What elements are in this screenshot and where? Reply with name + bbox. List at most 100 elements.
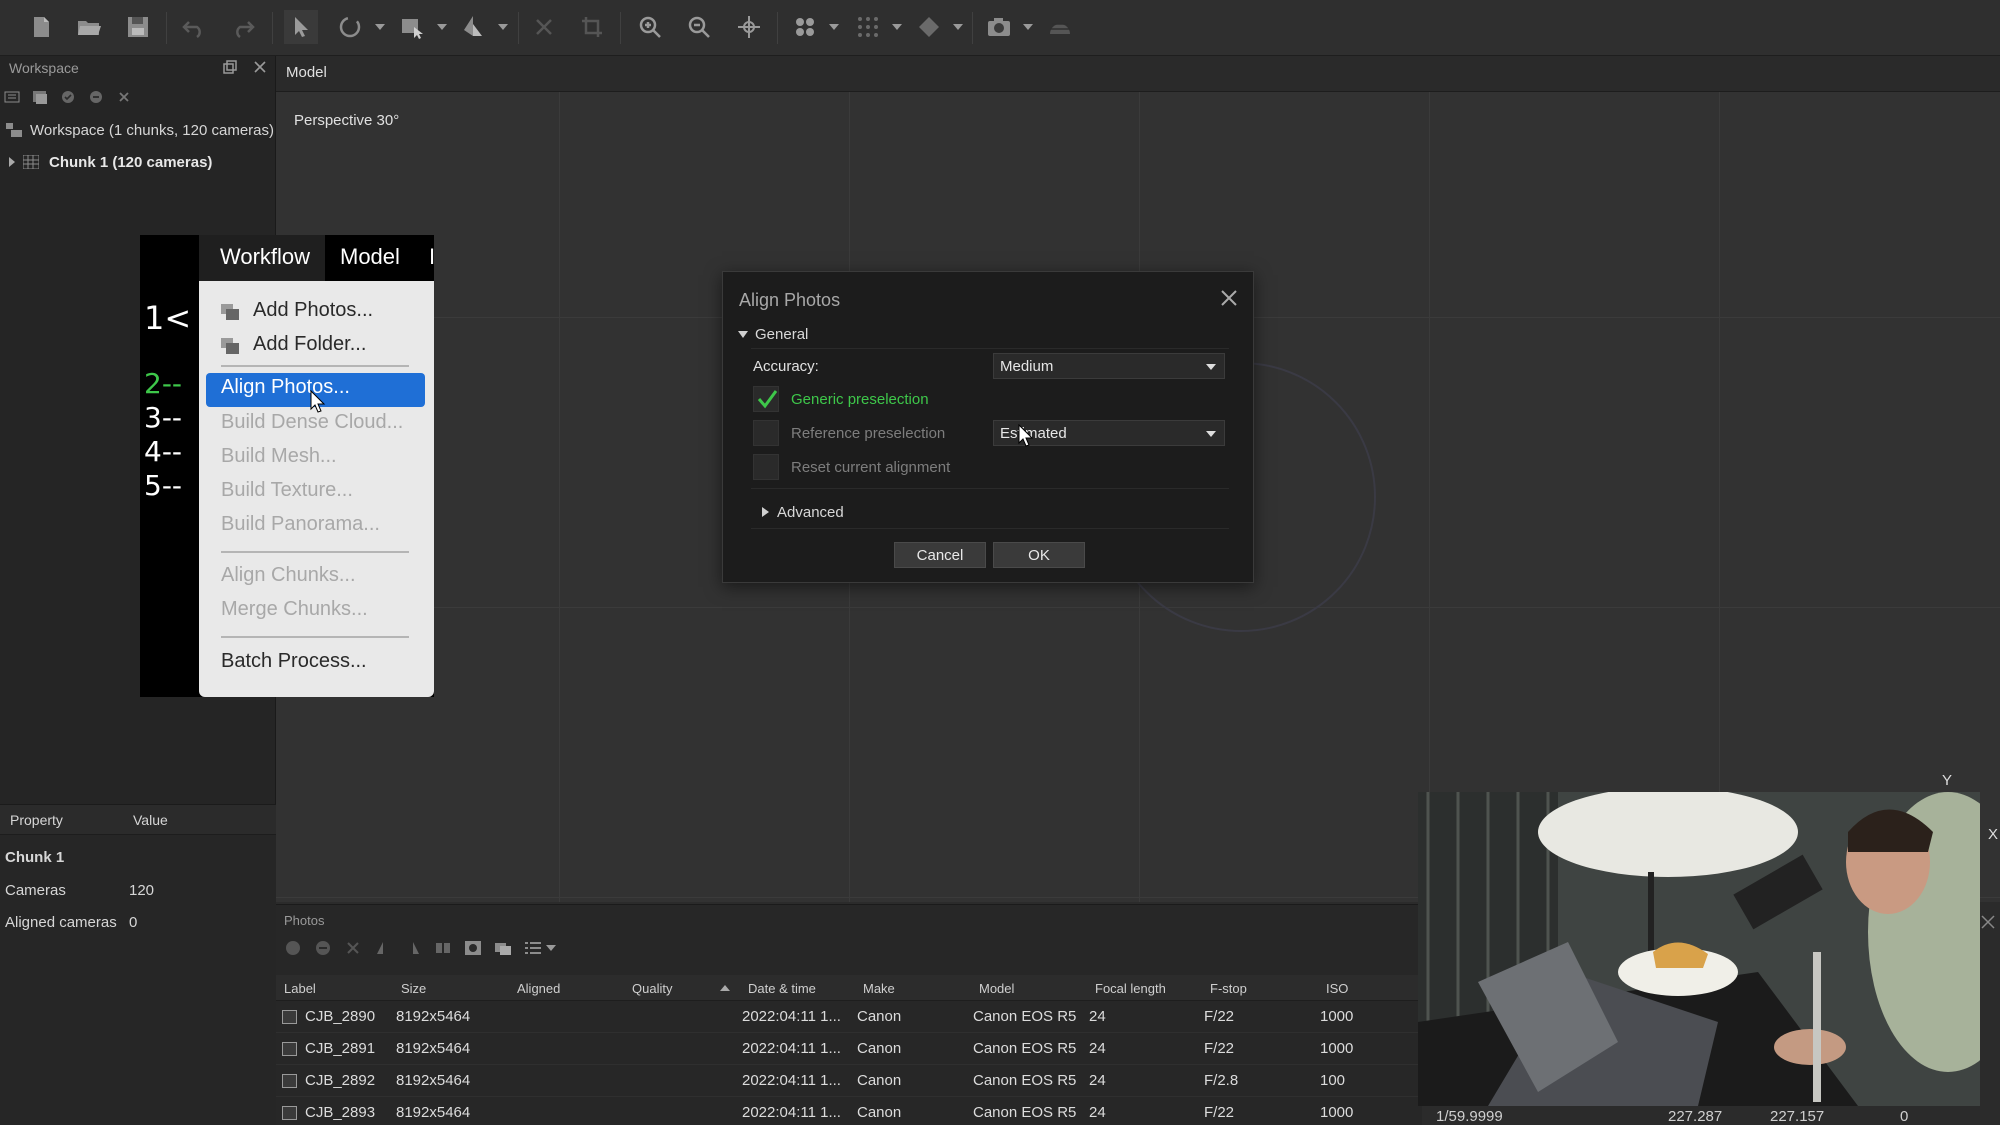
remove-items-icon[interactable] [116, 89, 132, 105]
menu-bar: Workflow Model I [199, 235, 435, 281]
column-header[interactable]: Make [863, 981, 895, 996]
photo-stack-icon[interactable] [494, 939, 512, 957]
menu-item-merge-chunks[interactable]: Merge Chunks... [221, 598, 368, 621]
redo-icon[interactable] [226, 10, 260, 44]
mask-icon[interactable] [434, 939, 452, 957]
cell-fstop: F/22 [1204, 1104, 1235, 1121]
float-panel-icon[interactable] [222, 59, 238, 75]
column-header[interactable]: Date & time [748, 981, 816, 996]
column-header[interactable]: ISO [1326, 981, 1348, 996]
table-row[interactable]: CJB_2892 8192x5464 2022:04:11 1... Canon… [276, 1065, 1422, 1097]
column-header[interactable]: Quality [632, 981, 672, 996]
value-column-header[interactable]: Value [133, 812, 168, 828]
menu-next[interactable]: I [429, 244, 435, 270]
remove-photo-icon[interactable] [344, 939, 362, 957]
navigation-icon[interactable] [456, 10, 490, 44]
column-header[interactable]: Label [284, 981, 316, 996]
menu-item-build-mesh[interactable]: Build Mesh... [221, 445, 337, 468]
cell-model: Canon EOS R5 [973, 1104, 1077, 1121]
model-shading-dropdown-caret[interactable] [953, 24, 963, 30]
point-cloud-dropdown-caret[interactable] [829, 24, 839, 30]
camera-dropdown-caret[interactable] [1023, 24, 1033, 30]
menu-item-add-photos[interactable]: Add Photos... [221, 299, 373, 322]
chunk-row[interactable]: Chunk 1 (120 cameras) [0, 148, 276, 176]
menu-item-align-photos[interactable]: Align Photos... [221, 376, 350, 399]
camera-icon[interactable] [982, 10, 1016, 44]
add-photos-icon[interactable] [32, 89, 48, 105]
rotate-right-icon[interactable] [404, 939, 422, 957]
table-row[interactable]: CJB_2893 8192x5464 2022:04:11 1... Canon… [276, 1097, 1422, 1125]
menu-item-add-folder[interactable]: Add Folder... [221, 333, 366, 356]
column-header[interactable]: Size [401, 981, 426, 996]
close-panel-icon[interactable] [252, 59, 268, 75]
dense-cloud-dropdown-caret[interactable] [892, 24, 902, 30]
workflow-dropdown: Add Photos... Add Folder... Align Photos… [199, 281, 434, 697]
selection-dropdown-caret[interactable] [437, 24, 447, 30]
column-header[interactable]: F-stop [1210, 981, 1247, 996]
select-arrow-icon[interactable] [284, 10, 318, 44]
menu-item-batch-process[interactable]: Batch Process... [221, 650, 367, 673]
perspective-label: Perspective 30° [294, 112, 400, 129]
new-document-icon[interactable] [24, 10, 58, 44]
generic-preselection-checkbox[interactable] [753, 386, 779, 412]
menu-item-align-chunks[interactable]: Align Chunks... [221, 564, 356, 587]
rotate-dropdown-caret[interactable] [375, 24, 385, 30]
advanced-section-toggle[interactable]: Advanced [762, 504, 844, 521]
view-mode-icon[interactable] [524, 939, 542, 957]
open-folder-icon[interactable] [72, 10, 106, 44]
menu-workflow[interactable]: Workflow [220, 244, 310, 270]
tab-model[interactable]: Model [286, 64, 327, 81]
accuracy-select[interactable]: Medium [993, 353, 1225, 379]
menu-item-build-panorama[interactable]: Build Panorama... [221, 513, 380, 536]
cell-label: CJB_2890 [305, 1008, 376, 1025]
workspace-header: Workspace [0, 56, 276, 80]
column-header[interactable]: Aligned [517, 981, 560, 996]
photos-panel: Photos Label Size Aligned Quality Date &… [276, 904, 1422, 1125]
column-header[interactable]: Model [979, 981, 1014, 996]
reset-alignment-checkbox[interactable] [753, 454, 779, 480]
menu-model[interactable]: Model [340, 244, 400, 270]
menu-item-build-texture[interactable]: Build Texture... [221, 479, 353, 502]
cancel-button[interactable]: Cancel [894, 542, 986, 568]
move-object-icon[interactable] [732, 10, 766, 44]
close-icon[interactable] [1980, 914, 1996, 930]
photo-preview-icon[interactable] [464, 939, 482, 957]
undo-icon[interactable] [177, 10, 211, 44]
rotate-left-icon[interactable] [374, 939, 392, 957]
property-column-header[interactable]: Property [10, 812, 63, 828]
chunk-label: Chunk 1 (120 cameras) [49, 153, 213, 171]
add-chunk-icon[interactable] [4, 89, 20, 105]
table-row[interactable]: CJB_2890 8192x5464 2022:04:11 1... Canon… [276, 1001, 1422, 1033]
zoom-in-icon[interactable] [633, 10, 667, 44]
enable-photo-icon[interactable] [284, 939, 302, 957]
point-cloud-icon[interactable] [788, 10, 822, 44]
reference-preselection-checkbox[interactable] [753, 420, 779, 446]
general-section-toggle[interactable]: General [738, 326, 808, 343]
rotate-object-icon[interactable] [333, 10, 367, 44]
expand-arrow-icon[interactable] [9, 157, 15, 167]
close-icon[interactable] [1219, 288, 1239, 308]
model-shading-icon[interactable] [912, 10, 946, 44]
advanced-section-label: Advanced [777, 504, 844, 521]
crop-icon[interactable] [575, 10, 609, 44]
column-header[interactable]: Focal length [1095, 981, 1166, 996]
disable-cameras-icon[interactable] [88, 89, 104, 105]
tiled-model-icon[interactable] [1043, 10, 1077, 44]
menu-item-build-dense-cloud[interactable]: Build Dense Cloud... [221, 411, 403, 434]
cell-focal: 24 [1089, 1040, 1106, 1057]
zoom-out-icon[interactable] [682, 10, 716, 44]
table-row[interactable]: CJB_2891 8192x5464 2022:04:11 1... Canon… [276, 1033, 1422, 1065]
selection-rectangle-icon[interactable] [395, 10, 429, 44]
generic-preselection-label: Generic preselection [791, 391, 929, 408]
view-mode-dropdown-caret[interactable] [546, 945, 556, 951]
disable-photo-icon[interactable] [314, 939, 332, 957]
ok-button[interactable]: OK [993, 542, 1085, 568]
workspace-root-row[interactable]: Workspace (1 chunks, 120 cameras) [0, 116, 276, 144]
cell-make: Canon [857, 1072, 902, 1089]
navigation-dropdown-caret[interactable] [498, 24, 508, 30]
dense-cloud-icon[interactable] [851, 10, 885, 44]
delete-icon[interactable] [527, 10, 561, 44]
section-divider [751, 488, 1229, 489]
save-icon[interactable] [121, 10, 155, 44]
enable-cameras-icon[interactable] [60, 89, 76, 105]
